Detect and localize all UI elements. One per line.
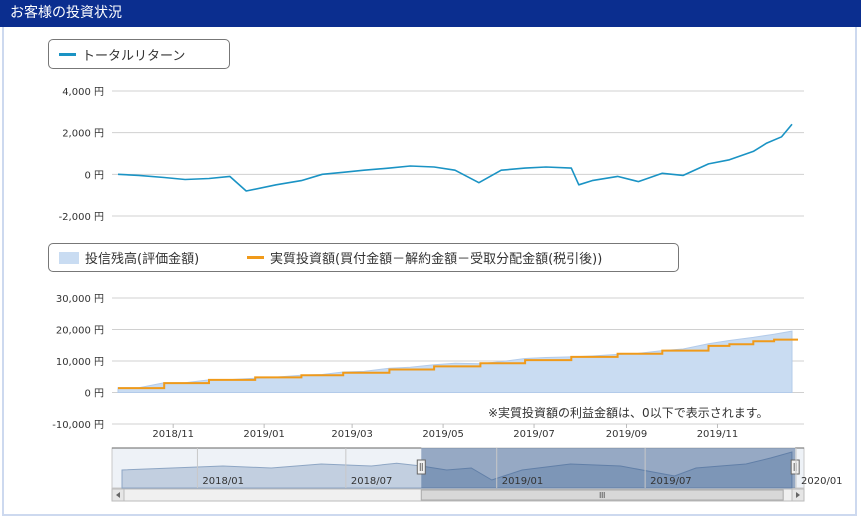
navigator-handle-left[interactable] (416, 459, 426, 475)
charts-svg: 4,000 円 2,000 円 0 円 -2,000 円 30,000 円 20,000 … (52, 87, 843, 502)
x-tick-label: 2019/07 (513, 429, 555, 440)
footnote: ※実質投資額の利益金額は、0以下で表示されます。 (488, 406, 769, 420)
navigator-handle-right[interactable] (790, 459, 800, 475)
navigator-tick-label: 2018/01 (202, 476, 244, 487)
x-tick-label: 2019/05 (422, 429, 464, 440)
x-tick-label: 2019/03 (331, 429, 373, 440)
y-tick-label: 10,000 円 (56, 357, 104, 368)
x-tick-label: 2018/11 (152, 429, 194, 440)
y-tick-label: 30,000 円 (56, 294, 104, 305)
navigator-tick-label: 2020/01 (801, 476, 843, 487)
navigator-tick-label: 2019/01 (502, 476, 544, 487)
y-tick-label: 0 円 (84, 170, 104, 181)
navigator-selection[interactable] (421, 448, 796, 488)
total-return-line (117, 123, 793, 192)
y-tick-label: -2,000 円 (59, 212, 104, 223)
y-tick-label: 2,000 円 (62, 129, 104, 140)
y-tick-label: -10,000 円 (52, 420, 104, 431)
x-tick-label: 2019/09 (606, 429, 648, 440)
navigator-tick-label: 2018/07 (351, 476, 393, 487)
y-tick-label: 0 円 (84, 389, 104, 400)
y-tick-label: 20,000 円 (56, 326, 104, 337)
navigator-tick-label: 2019/07 (650, 476, 692, 487)
x-tick-label: 2019/11 (697, 429, 739, 440)
balance-area (117, 330, 793, 393)
x-tick-label: 2019/01 (243, 429, 285, 440)
y-tick-label: 4,000 円 (62, 87, 104, 98)
